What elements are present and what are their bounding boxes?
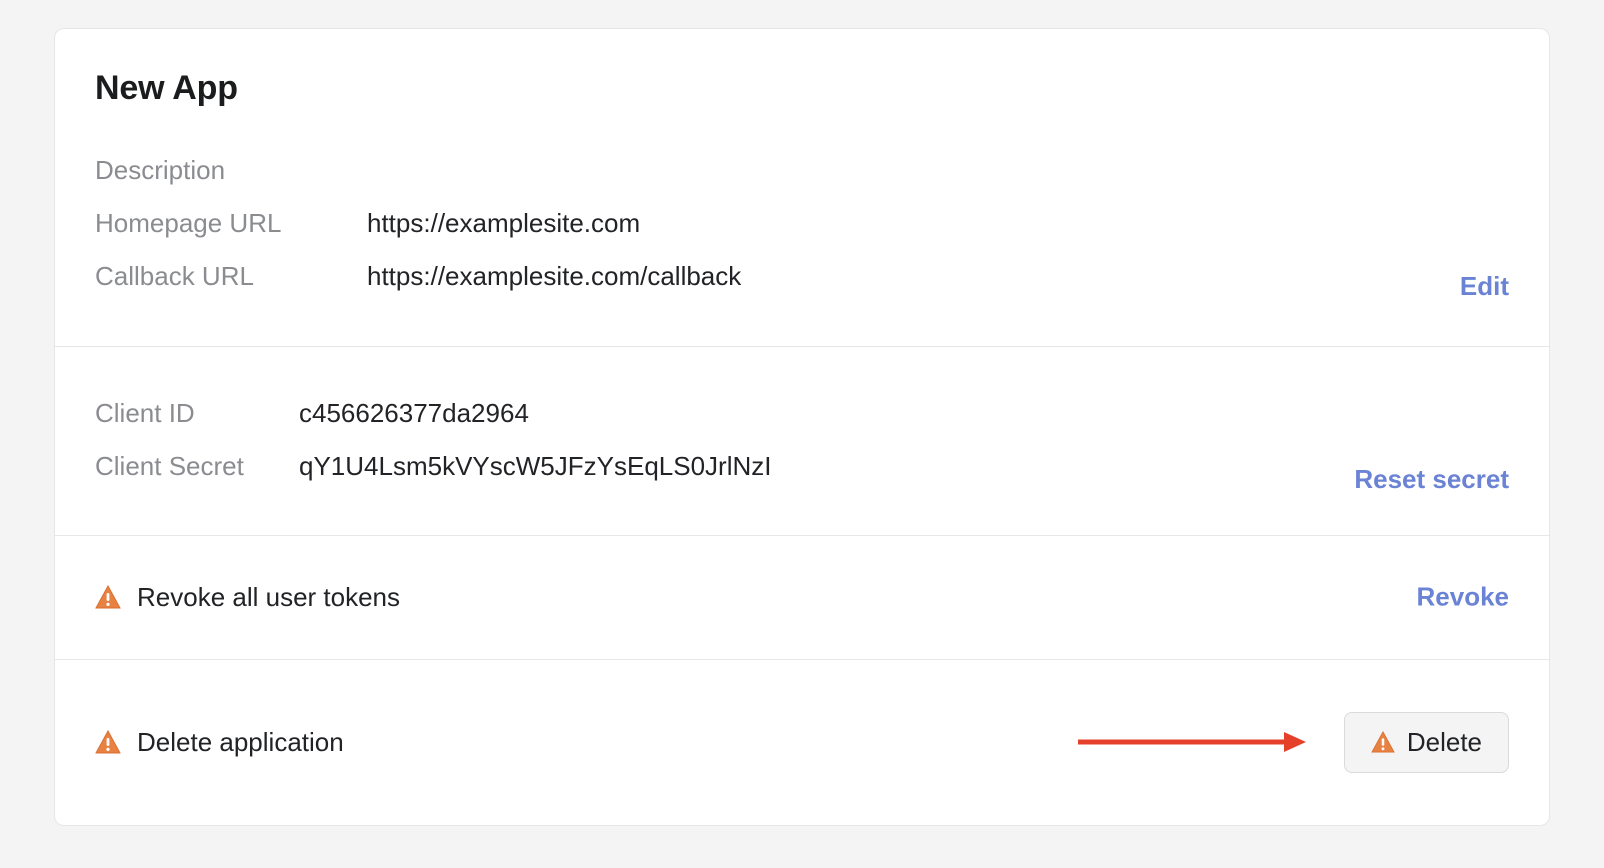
revoke-section: Revoke all user tokens Revoke <box>55 535 1549 659</box>
description-label: Description <box>95 155 367 186</box>
app-title: New App <box>95 69 1509 108</box>
delete-button-label: Delete <box>1407 727 1482 758</box>
homepage-label: Homepage URL <box>95 208 367 239</box>
warning-icon <box>1371 731 1395 753</box>
client-id-row: Client ID c456626377da2964 <box>95 387 1509 440</box>
homepage-value: https://examplesite.com <box>367 208 640 239</box>
homepage-row: Homepage URL https://examplesite.com <box>95 197 1509 250</box>
client-id-value: c456626377da2964 <box>299 398 529 429</box>
callback-value: https://examplesite.com/callback <box>367 261 741 292</box>
description-row: Description <box>95 144 1509 197</box>
callback-label: Callback URL <box>95 261 367 292</box>
warning-icon <box>95 730 121 754</box>
client-secret-label: Client Secret <box>95 451 299 482</box>
client-id-label: Client ID <box>95 398 299 429</box>
reset-secret-link[interactable]: Reset secret <box>1354 464 1509 495</box>
warning-icon <box>95 585 121 609</box>
app-details-section: New App Description Homepage URL https:/… <box>55 29 1549 346</box>
edit-link[interactable]: Edit <box>1460 271 1509 302</box>
revoke-label: Revoke all user tokens <box>137 582 400 613</box>
credentials-section: Client ID c456626377da2964 Client Secret… <box>55 346 1549 535</box>
arrow-annotation-icon <box>1078 729 1308 755</box>
revoke-link[interactable]: Revoke <box>1417 582 1510 613</box>
client-secret-value: qY1U4Lsm5kVYscW5JFzYsEqLS0JrlNzI <box>299 451 771 482</box>
client-secret-row: Client Secret qY1U4Lsm5kVYscW5JFzYsEqLS0… <box>95 440 1509 493</box>
callback-row: Callback URL https://examplesite.com/cal… <box>95 250 1509 303</box>
delete-section: Delete application Delete <box>55 659 1549 825</box>
app-settings-card: New App Description Homepage URL https:/… <box>54 28 1550 826</box>
delete-button[interactable]: Delete <box>1344 712 1509 773</box>
delete-label: Delete application <box>137 727 344 758</box>
